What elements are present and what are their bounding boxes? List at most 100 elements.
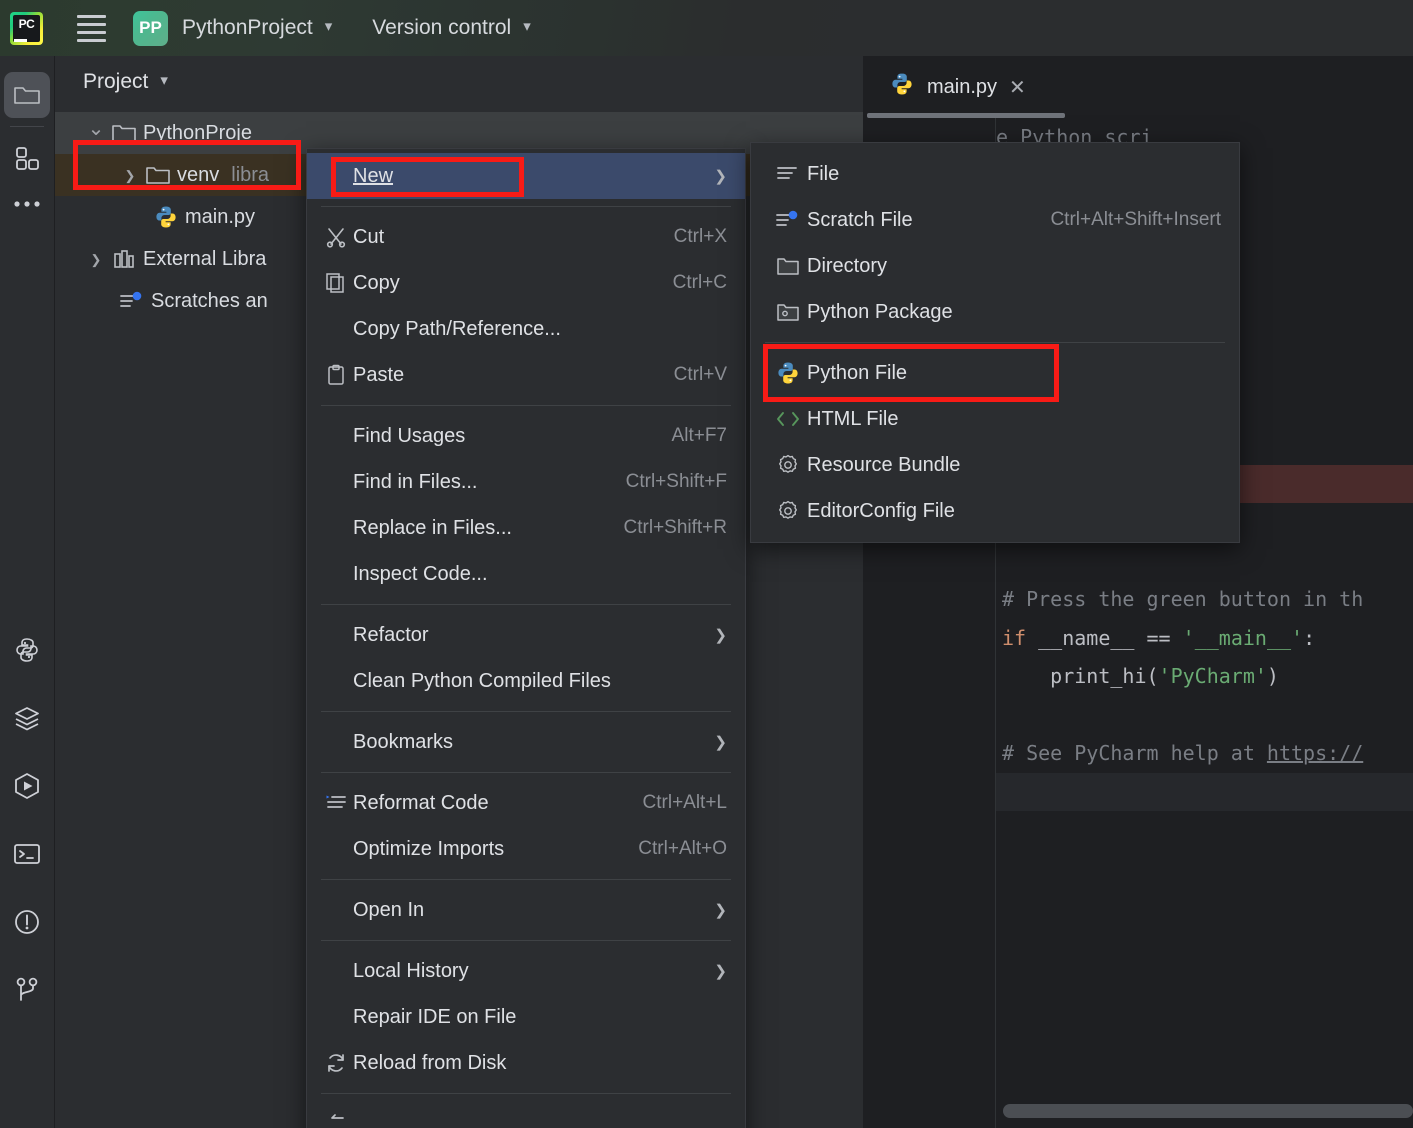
gear-icon (769, 453, 807, 477)
submenu-item-resource-bundle[interactable]: Resource Bundle (751, 442, 1239, 488)
sidebar-item-python-packages[interactable] (4, 627, 50, 673)
scratches-icon (117, 290, 147, 312)
menu-separator (321, 772, 731, 773)
library-icon (109, 248, 139, 270)
menu-item-label: Repair IDE on File (353, 1005, 517, 1028)
menu-item-shortcut: Ctrl+V (673, 364, 727, 385)
project-panel-header[interactable]: Project ▾ (55, 56, 863, 108)
compare-icon (319, 1114, 353, 1128)
menu-item-find-in-files[interactable]: Find in Files... Ctrl+Shift+F (307, 459, 745, 505)
ellipsis-icon (14, 201, 40, 207)
menu-item-shortcut: Ctrl+Alt+O (638, 838, 727, 859)
submenu-separator (765, 342, 1225, 343)
menu-item-bookmarks[interactable]: Bookmarks ❯ (307, 719, 745, 765)
menu-item-compare-with[interactable] (307, 1101, 745, 1128)
menu-item-shortcut: Alt+F7 (671, 425, 727, 446)
submenu-item-directory[interactable]: Directory (751, 243, 1239, 289)
submenu-item-label: Directory (807, 254, 888, 277)
menu-item-label: Reformat Code (353, 791, 489, 814)
project-selector[interactable]: PythonProject ▾ (168, 16, 332, 40)
code-line: # Press the green button in th (1002, 587, 1364, 611)
chevron-down-icon: ▾ (324, 18, 333, 35)
tab-main-py[interactable]: main.py ✕ (863, 56, 1042, 118)
project-badge[interactable]: PP (133, 10, 168, 46)
submenu-item-label: Scratch File (807, 208, 913, 231)
chevron-right-icon[interactable] (83, 251, 109, 268)
menu-item-clean-python-compiled-files[interactable]: Clean Python Compiled Files (307, 658, 745, 704)
sidebar-item-database[interactable] (4, 695, 50, 741)
menu-item-label: New (353, 164, 394, 187)
submenu-item-label: Resource Bundle (807, 453, 961, 476)
submenu-item-python-file[interactable]: Python File (751, 350, 1239, 396)
menu-item-reformat-code[interactable]: Reformat Code Ctrl+Alt+L (307, 780, 745, 826)
code-line: print_hi('PyCharm') (1002, 664, 1279, 688)
html-icon (769, 409, 807, 429)
folder-icon (769, 256, 807, 276)
menu-item-optimize-imports[interactable]: Optimize Imports Ctrl+Alt+O (307, 826, 745, 872)
chevron-right-icon: ❯ (714, 963, 727, 980)
menu-item-label: Bookmarks (353, 730, 454, 753)
sidebar-item-more[interactable] (4, 181, 50, 227)
menu-item-shortcut: Ctrl+Shift+F (625, 471, 727, 492)
menu-item-label: Cut (353, 225, 385, 248)
title-bar: PC PP PythonProject ▾ Version control ▾ (0, 0, 1413, 56)
menu-item-label: Reload from Disk (353, 1051, 507, 1074)
submenu-item-html-file[interactable]: HTML File (751, 396, 1239, 442)
scissors-icon (319, 226, 353, 248)
chevron-right-icon[interactable] (117, 167, 143, 184)
submenu-item-scratch-file[interactable]: Scratch File Ctrl+Alt+Shift+Insert (751, 197, 1239, 243)
sidebar-item-project[interactable] (4, 72, 50, 118)
submenu-item-editorconfig-file[interactable]: EditorConfig File (751, 488, 1239, 534)
menu-separator (321, 405, 731, 406)
reload-icon (319, 1052, 353, 1074)
pycharm-logo-bar (14, 38, 27, 42)
python-file-icon (769, 360, 807, 386)
scratch-file-icon (769, 209, 807, 231)
menu-item-copy[interactable]: Copy Ctrl+C (307, 260, 745, 306)
menu-item-find-usages[interactable]: Find Usages Alt+F7 (307, 413, 745, 459)
submenu-item-file[interactable]: File (751, 151, 1239, 197)
menu-item-paste[interactable]: Paste Ctrl+V (307, 352, 745, 398)
chevron-right-icon: ❯ (714, 734, 727, 751)
menu-item-open-in[interactable]: Open In ❯ (307, 887, 745, 933)
menu-item-reload-from-disk[interactable]: Reload from Disk (307, 1040, 745, 1086)
sidebar-item-version-control[interactable] (4, 967, 50, 1013)
sidebar-item-terminal[interactable] (4, 831, 50, 877)
sidebar-item-structure[interactable] (4, 135, 50, 181)
menu-item-new[interactable]: New ❯ (307, 153, 745, 199)
chevron-right-icon: ❯ (714, 168, 727, 185)
horizontal-scrollbar[interactable] (1003, 1104, 1413, 1118)
sidebar-item-problems[interactable] (4, 899, 50, 945)
file-icon (769, 164, 807, 184)
sidebar-item-run[interactable] (4, 763, 50, 809)
menu-item-repair-ide-on-file[interactable]: Repair IDE on File (307, 994, 745, 1040)
page-title: Project (83, 70, 149, 93)
menu-item-inspect-code[interactable]: Inspect Code... (307, 551, 745, 597)
menu-separator (321, 879, 731, 880)
pycharm-window: PC PP PythonProject ▾ Version control ▾ (0, 0, 1413, 1128)
tree-item-label: venv (177, 163, 220, 186)
menu-item-label: Clean Python Compiled Files (353, 669, 611, 692)
tab-label: main.py (927, 75, 998, 98)
tool-window-rail (0, 56, 55, 1128)
menu-separator (321, 711, 731, 712)
menu-separator (321, 940, 731, 941)
close-icon[interactable]: ✕ (1009, 75, 1026, 100)
menu-item-label: Find Usages (353, 424, 466, 447)
version-control-selector[interactable]: Version control ▾ (332, 16, 530, 40)
menu-separator (321, 604, 731, 605)
menu-item-local-history[interactable]: Local History ❯ (307, 948, 745, 994)
folder-icon (109, 122, 139, 144)
hamburger-menu-icon[interactable] (71, 8, 111, 48)
menu-item-label: Copy (353, 271, 400, 294)
folder-icon (14, 87, 40, 104)
menu-separator (321, 206, 731, 207)
menu-item-copy-path[interactable]: Copy Path/Reference... (307, 306, 745, 352)
submenu-item-python-package[interactable]: Python Package (751, 289, 1239, 335)
menu-item-cut[interactable]: Cut Ctrl+X (307, 214, 745, 260)
chevron-down-icon[interactable] (83, 121, 109, 146)
menu-item-replace-in-files[interactable]: Replace in Files... Ctrl+Shift+R (307, 505, 745, 551)
branch-icon (16, 977, 38, 1001)
menu-item-refactor[interactable]: Refactor ❯ (307, 612, 745, 658)
